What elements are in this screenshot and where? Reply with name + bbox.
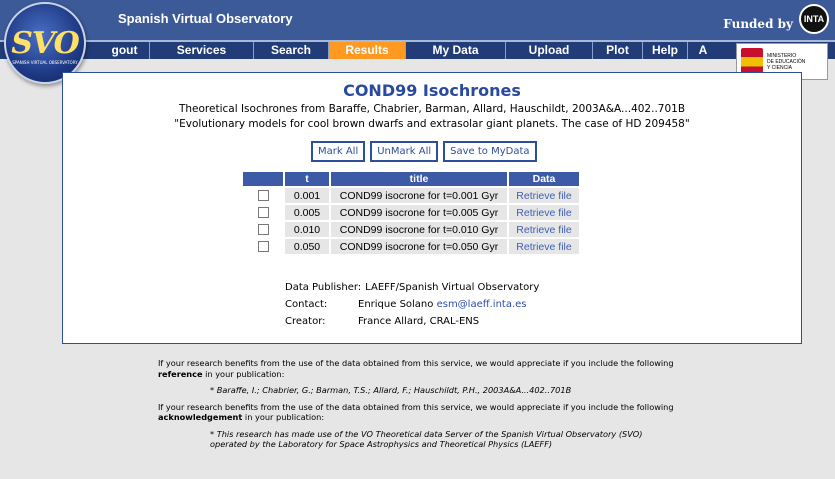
nav-item-results[interactable]: Results [329, 42, 406, 59]
results-panel: COND99 Isochrones Theoretical Isochrones… [62, 72, 802, 344]
contact-name: Enrique Solano [358, 299, 434, 310]
contact-label: Contact: [285, 299, 328, 310]
svo-logo-text: SVO [11, 26, 80, 61]
cell-data: Retrieve file [509, 205, 579, 220]
subtitle-reference: Theoretical Isochrones from Baraffe, Cha… [178, 103, 686, 115]
citation-footer: If your research benefits from the use o… [158, 358, 678, 450]
cell-data: Retrieve file [509, 222, 579, 237]
header-data[interactable]: Data [509, 172, 579, 186]
inta-logo[interactable]: INTA [799, 4, 829, 34]
cell-title: COND99 isocrone for t=0.005 Gyr [331, 205, 507, 220]
nav-item-logout[interactable]: gout [100, 42, 150, 59]
cell-t: 0.010 [285, 222, 329, 237]
table-row: 0.001 COND99 isocrone for t=0.001 Gyr Re… [243, 188, 579, 203]
publisher-label: Data Publisher: [285, 282, 362, 293]
site-title: Spanish Virtual Observatory [118, 11, 293, 26]
save-to-mydata-button[interactable]: Save to MyData [443, 141, 537, 162]
cell-title: COND99 isocrone for t=0.001 Gyr [331, 188, 507, 203]
row-checkbox[interactable] [257, 241, 269, 253]
header-bar: Spanish Virtual Observatory Funded by IN… [0, 0, 835, 40]
nav-item-help[interactable]: Help [643, 42, 688, 59]
subtitle-paper-title: "Evolutionary models for cool brown dwar… [174, 118, 690, 130]
unmark-all-button[interactable]: UnMark All [370, 141, 439, 162]
acknowledgement-bold: acknowledgement [158, 412, 243, 422]
header-title[interactable]: title [331, 172, 507, 186]
acknowledgement-request: If your research benefits from the use o… [158, 402, 678, 423]
cell-title: COND99 isocrone for t=0.050 Gyr [331, 239, 507, 254]
table-row: 0.050 COND99 isocrone for t=0.050 Gyr Re… [243, 239, 579, 254]
nav-item-my-data[interactable]: My Data [406, 42, 506, 59]
header-t[interactable]: t [285, 172, 329, 186]
contact-row: Contact: Enrique Solano esm@laeff.inta.e… [285, 296, 539, 313]
ministerio-line-3: Y CIENCIA [767, 64, 792, 71]
nav-item-a[interactable]: A [688, 42, 718, 59]
acknowledgement-text: * This research has made use of the VO T… [210, 428, 643, 450]
funded-by-label: Funded by [723, 17, 793, 31]
cell-data: Retrieve file [509, 188, 579, 203]
mark-all-button[interactable]: Mark All [311, 141, 366, 162]
cell-t: 0.050 [285, 239, 329, 254]
metadata-block: Data Publisher: LAEFF/Spanish Virtual Ob… [285, 279, 539, 330]
cell-t: 0.001 [285, 188, 329, 203]
creator-label: Creator: [285, 316, 326, 327]
ministerio-text: MINISTERIO DE EDUCACIÓN Y CIENCIA [767, 53, 805, 71]
row-checkbox-cell [243, 239, 283, 254]
cell-t: 0.005 [285, 205, 329, 220]
retrieve-file-link[interactable]: Retrieve file [516, 224, 571, 236]
nav-item-search[interactable]: Search [254, 42, 329, 59]
row-checkbox[interactable] [257, 190, 269, 202]
contact-email-link[interactable]: esm@laeff.inta.es [437, 296, 527, 313]
action-buttons: Mark All UnMark All Save to MyData [311, 141, 537, 162]
publisher-row: Data Publisher: LAEFF/Spanish Virtual Ob… [285, 279, 539, 296]
creator-row: Creator: France Allard, CRAL-ENS [285, 313, 539, 330]
cell-data: Retrieve file [509, 239, 579, 254]
reference-request-text: If your research benefits from the use o… [158, 358, 674, 368]
table-header-row: t title Data [243, 172, 579, 186]
nav-item-upload[interactable]: Upload [506, 42, 593, 59]
publisher-value: LAEFF/Spanish Virtual Observatory [365, 282, 540, 293]
row-checkbox[interactable] [257, 224, 269, 236]
table-row: 0.010 COND99 isocrone for t=0.010 Gyr Re… [243, 222, 579, 237]
acknowledgement-request-end: in your publication: [242, 412, 325, 422]
retrieve-file-link[interactable]: Retrieve file [516, 241, 571, 253]
reference-request: If your research benefits from the use o… [158, 358, 678, 379]
nav-item-plot[interactable]: Plot [593, 42, 643, 59]
results-table: t title Data 0.001 COND99 isocrone for t… [241, 170, 581, 256]
cell-title: COND99 isocrone for t=0.010 Gyr [331, 222, 507, 237]
row-checkbox-cell [243, 188, 283, 203]
retrieve-file-link[interactable]: Retrieve file [516, 207, 571, 219]
svo-logo-subtext: SPANISH VIRTUAL OBSERVATORY [12, 60, 78, 65]
table-row: 0.005 COND99 isocrone for t=0.005 Gyr Re… [243, 205, 579, 220]
row-checkbox[interactable] [257, 207, 269, 219]
main-nav: gout Services Search Results My Data Upl… [0, 40, 835, 59]
reference-request-end: in your publication: [202, 368, 285, 379]
ministerio-line-2: DE EDUCACIÓN [767, 58, 806, 65]
page-title: COND99 Isochrones [343, 81, 521, 100]
creator-value: France Allard, CRAL-ENS [358, 316, 480, 327]
row-checkbox-cell [243, 205, 283, 220]
acknowledgement-request-text: If your research benefits from the use o… [158, 401, 674, 412]
header-select [243, 172, 283, 186]
row-checkbox-cell [243, 222, 283, 237]
reference-citation: * Baraffe, I.; Chabrier, G.; Barman, T.S… [210, 385, 572, 395]
nav-item-services[interactable]: Services [150, 42, 254, 59]
retrieve-file-link[interactable]: Retrieve file [516, 190, 571, 202]
reference-bold: reference [158, 368, 203, 379]
